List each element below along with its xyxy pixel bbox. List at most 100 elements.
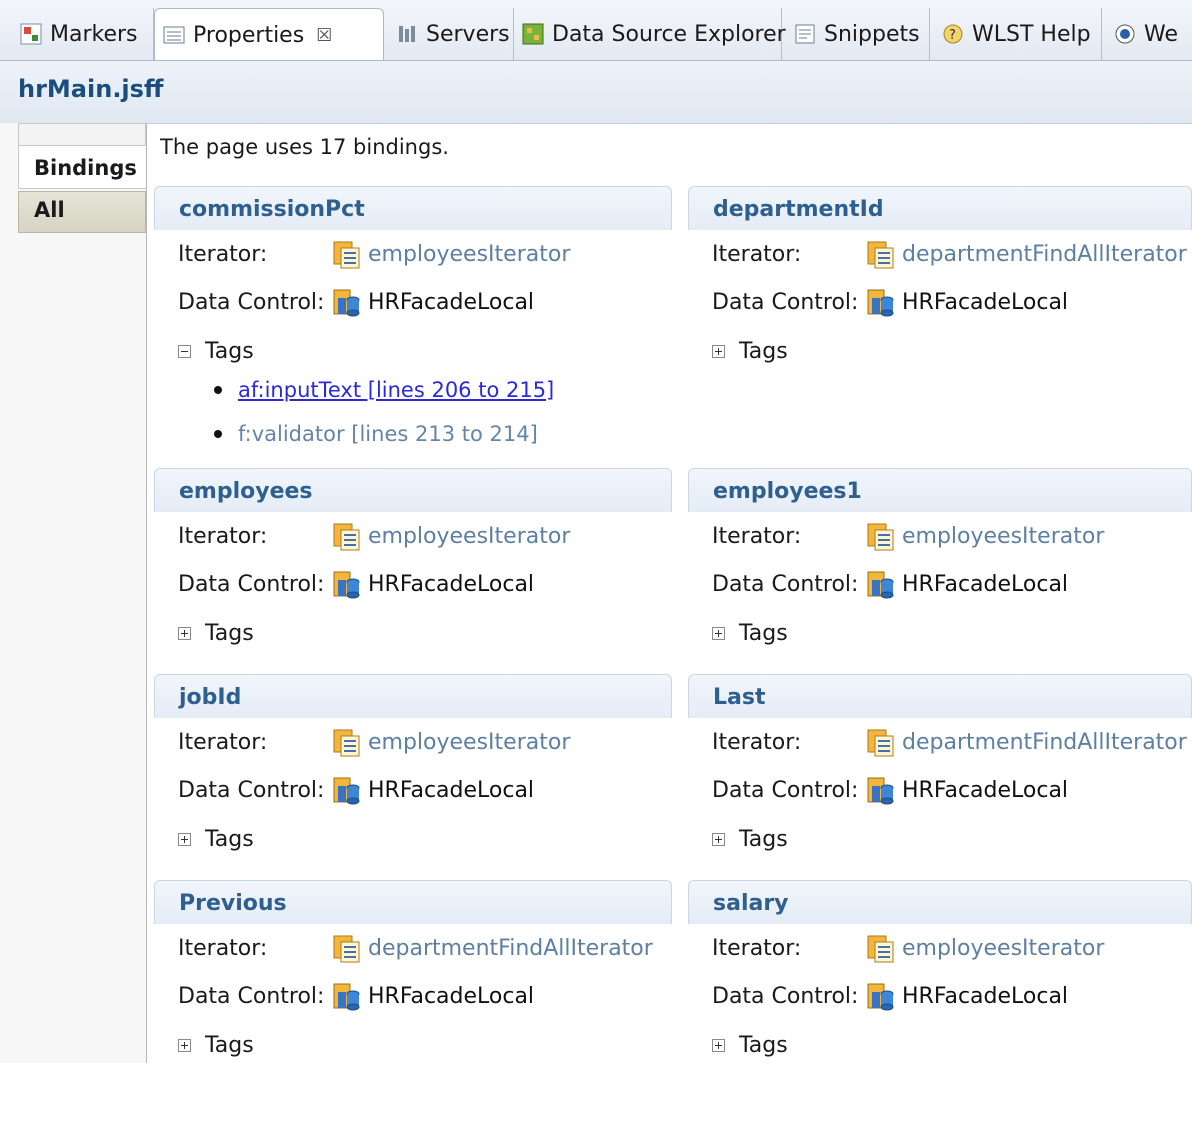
data-control-row: Data Control: HRFacadeLocal bbox=[712, 984, 1068, 1009]
data-control-value-wrap: HRFacadeLocal bbox=[332, 570, 534, 600]
data-control-value-wrap: HRFacadeLocal bbox=[332, 776, 534, 806]
iterator-link[interactable]: departmentFindAllIterator bbox=[332, 934, 653, 964]
iterator-label: Iterator: bbox=[178, 936, 268, 961]
expand-icon[interactable] bbox=[712, 627, 725, 640]
iterator-icon bbox=[866, 728, 896, 758]
data-control-value: HRFacadeLocal bbox=[368, 984, 535, 1009]
tags-label: Tags bbox=[739, 1033, 788, 1058]
tags-label: Tags bbox=[205, 621, 254, 646]
binding-section: Previous Iterator: departmentFindAllIterat… bbox=[154, 880, 672, 1140]
wlst-help-icon: ? bbox=[943, 24, 963, 44]
binding-name: Last bbox=[713, 685, 766, 710]
iterator-link[interactable]: employeesIterator bbox=[332, 522, 570, 552]
section-header[interactable]: Previous bbox=[154, 880, 672, 924]
data-control-icon bbox=[866, 288, 896, 318]
binding-section: salary Iterator: employeesIterator Data Con… bbox=[688, 880, 1192, 1140]
tag-item: f:validator [lines 213 to 214] bbox=[214, 422, 538, 446]
data-control-value: HRFacadeLocal bbox=[368, 572, 535, 597]
tags-toggle[interactable]: Tags bbox=[712, 1033, 788, 1058]
tag-item[interactable]: af:inputText [lines 206 to 215] bbox=[214, 378, 554, 402]
data-control-row: Data Control: HRFacadeLocal bbox=[178, 572, 534, 597]
tags-toggle[interactable]: Tags bbox=[178, 827, 254, 852]
expand-icon[interactable] bbox=[178, 833, 191, 846]
tags-label: Tags bbox=[739, 827, 788, 852]
tag-link[interactable]: af:inputText [lines 206 to 215] bbox=[238, 378, 554, 402]
tags-toggle[interactable]: Tags bbox=[712, 339, 788, 364]
data-control-row: Data Control: HRFacadeLocal bbox=[712, 290, 1068, 315]
side-tab-top-edge bbox=[18, 123, 146, 145]
properties-icon bbox=[163, 26, 185, 44]
iterator-value: employeesIterator bbox=[368, 242, 571, 267]
expand-icon[interactable] bbox=[712, 1039, 725, 1052]
tags-toggle[interactable]: Tags bbox=[712, 827, 788, 852]
data-control-label: Data Control: bbox=[178, 290, 325, 315]
iterator-label: Iterator: bbox=[712, 242, 802, 267]
section-header[interactable]: departmentId bbox=[688, 186, 1192, 230]
iterator-icon bbox=[866, 522, 896, 552]
data-control-row: Data Control: HRFacadeLocal bbox=[178, 778, 534, 803]
data-control-label: Data Control: bbox=[178, 984, 325, 1009]
iterator-link[interactable]: employeesIterator bbox=[332, 240, 570, 270]
iterator-link[interactable]: employeesIterator bbox=[332, 728, 570, 758]
iterator-row: Iterator: employeesIterator bbox=[712, 936, 1104, 961]
collapse-icon[interactable] bbox=[178, 345, 191, 358]
section-header[interactable]: employees bbox=[154, 468, 672, 512]
tags-toggle[interactable]: Tags bbox=[178, 339, 254, 364]
data-control-value-wrap: HRFacadeLocal bbox=[866, 570, 1068, 600]
tab-snippets[interactable]: Snippets bbox=[786, 8, 930, 60]
iterator-link[interactable]: departmentFindAllIterator bbox=[866, 240, 1187, 270]
tab-data-source-explorer[interactable]: Data Source Explorer bbox=[514, 8, 786, 60]
bullet-icon bbox=[214, 386, 222, 394]
data-source-explorer-icon bbox=[522, 23, 544, 45]
svg-text:?: ? bbox=[949, 28, 956, 43]
iterator-icon bbox=[332, 728, 362, 758]
iterator-link[interactable]: employeesIterator bbox=[866, 934, 1104, 964]
tab-label: Properties bbox=[193, 22, 305, 48]
iterator-label: Iterator: bbox=[712, 936, 802, 961]
iterator-value: departmentFindAllIterator bbox=[902, 730, 1187, 755]
tab-properties[interactable]: Properties ☒ bbox=[154, 8, 384, 60]
binding-name: departmentId bbox=[713, 197, 884, 222]
close-icon[interactable]: ☒ bbox=[316, 25, 332, 46]
iterator-value: employeesIterator bbox=[368, 524, 571, 549]
expand-icon[interactable] bbox=[178, 627, 191, 640]
iterator-icon bbox=[866, 240, 896, 270]
section-header[interactable]: commissionPct bbox=[154, 186, 672, 230]
view-tab-strip: Markers Properties ☒ Servers Data Source… bbox=[0, 0, 1192, 61]
tab-wlst-help[interactable]: ? WLST Help bbox=[934, 8, 1102, 60]
tags-label: Tags bbox=[739, 621, 788, 646]
iterator-link[interactable]: departmentFindAllIterator bbox=[866, 728, 1187, 758]
iterator-icon bbox=[332, 522, 362, 552]
tab-label: Snippets bbox=[824, 21, 920, 47]
data-control-label: Data Control: bbox=[712, 778, 859, 803]
bindings-summary: The page uses 17 bindings. bbox=[160, 135, 449, 159]
section-header[interactable]: salary bbox=[688, 880, 1192, 924]
section-header[interactable]: Last bbox=[688, 674, 1192, 718]
iterator-label: Iterator: bbox=[712, 730, 802, 755]
tab-markers[interactable]: Markers bbox=[12, 8, 154, 60]
expand-icon[interactable] bbox=[712, 833, 725, 846]
tags-label: Tags bbox=[739, 339, 788, 364]
iterator-row: Iterator: departmentFindAllIterator bbox=[712, 242, 1187, 267]
tags-label: Tags bbox=[205, 1033, 254, 1058]
side-tab-all[interactable]: All bbox=[18, 191, 146, 233]
tab-servers[interactable]: Servers bbox=[388, 8, 514, 60]
data-control-icon bbox=[332, 570, 362, 600]
expand-icon[interactable] bbox=[712, 345, 725, 358]
tags-toggle[interactable]: Tags bbox=[178, 621, 254, 646]
iterator-label: Iterator: bbox=[178, 730, 268, 755]
side-tab-bindings[interactable]: Bindings bbox=[18, 145, 146, 189]
expand-icon[interactable] bbox=[178, 1039, 191, 1052]
iterator-value: employeesIterator bbox=[902, 936, 1105, 961]
iterator-link[interactable]: employeesIterator bbox=[866, 522, 1104, 552]
tags-toggle[interactable]: Tags bbox=[178, 1033, 254, 1058]
iterator-value: employeesIterator bbox=[902, 524, 1105, 549]
iterator-value: employeesIterator bbox=[368, 730, 571, 755]
iterator-row: Iterator: employeesIterator bbox=[178, 524, 570, 549]
section-header[interactable]: jobId bbox=[154, 674, 672, 718]
bullet-icon bbox=[214, 430, 222, 438]
data-control-value-wrap: HRFacadeLocal bbox=[332, 982, 534, 1012]
section-header[interactable]: employees1 bbox=[688, 468, 1192, 512]
tags-toggle[interactable]: Tags bbox=[712, 621, 788, 646]
tab-web[interactable]: We bbox=[1106, 8, 1192, 60]
